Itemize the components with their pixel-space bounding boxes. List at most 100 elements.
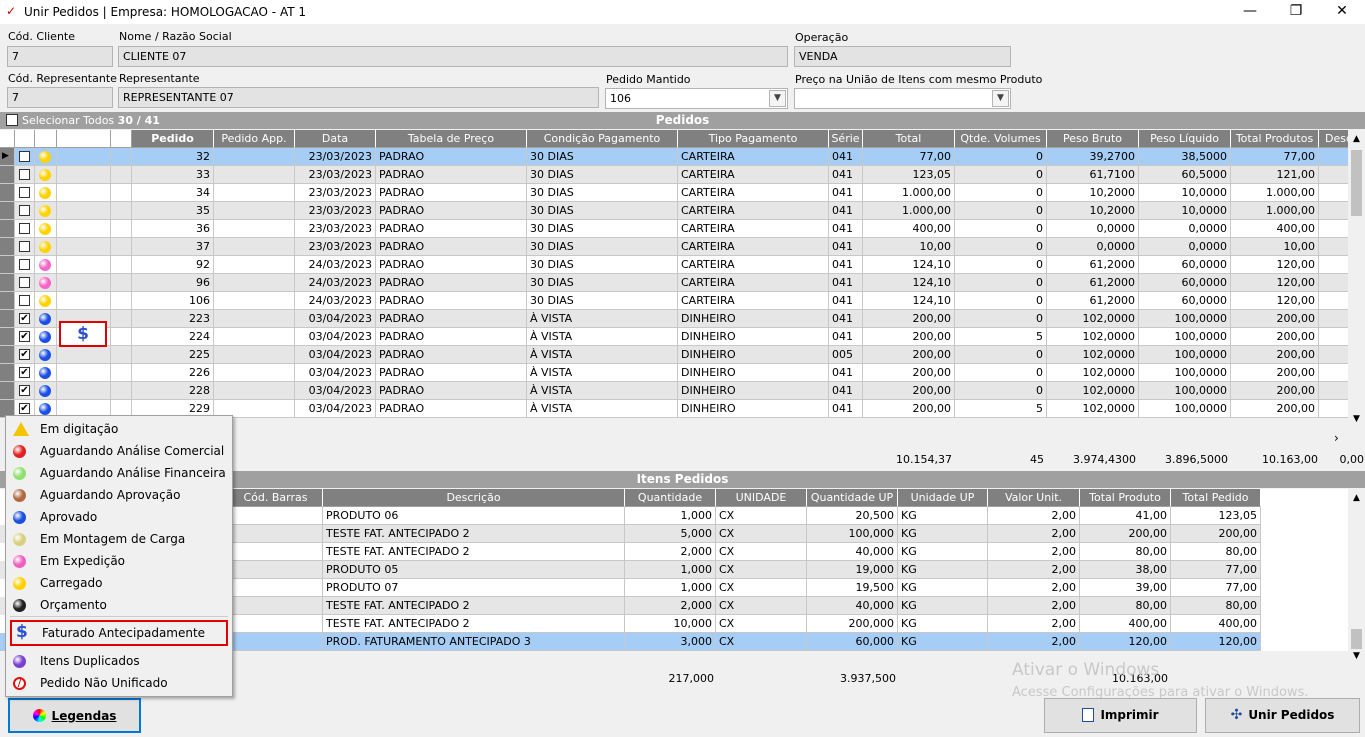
column-header[interactable] <box>35 130 57 148</box>
column-header[interactable]: Total Pedido <box>1171 489 1261 507</box>
table-row[interactable]: ✔ 225 03/04/2023 PADRAO À VISTA DINHEIRO 005 20… <box>0 346 1348 364</box>
column-header[interactable]: Quantidade <box>625 489 716 507</box>
legend-item[interactable]: / Pedido Não Unificado <box>6 672 232 694</box>
table-row[interactable]: 37 23/03/2023 PADRAO 30 DIAS CARTEIRA 041 10,0… <box>0 238 1348 256</box>
row-indicator[interactable] <box>0 382 15 400</box>
column-header[interactable]: Valor Unit. <box>988 489 1080 507</box>
column-header[interactable]: Total Produtos <box>1231 130 1319 148</box>
column-header[interactable]: Tabela de Preço <box>376 130 527 148</box>
legend-item[interactable]: Em Expedição <box>6 550 232 572</box>
row-checkbox[interactable] <box>19 295 30 306</box>
column-header[interactable]: Quantidade UP <box>807 489 898 507</box>
table-row[interactable]: 34 23/03/2023 PADRAO 30 DIAS CARTEIRA 041 1.00… <box>0 184 1348 202</box>
minimize-button[interactable]: — <box>1227 0 1273 24</box>
unir-pedidos-button[interactable]: ✣ Unir Pedidos <box>1205 698 1360 733</box>
row-indicator[interactable] <box>0 238 15 256</box>
row-checkbox[interactable] <box>19 277 30 288</box>
column-header[interactable]: Cód. Barras <box>229 489 323 507</box>
table-row[interactable]: ✔ $224 03/04/2023 PADRAO À VISTA DINHEIRO 041 2… <box>0 321 1348 347</box>
row-indicator[interactable] <box>0 274 15 292</box>
row-indicator[interactable] <box>0 202 15 220</box>
cod-cliente-field[interactable]: 7 <box>7 46 113 67</box>
row-checkbox[interactable] <box>19 259 30 270</box>
table-row[interactable]: 35 23/03/2023 PADRAO 30 DIAS CARTEIRA 041 1.00… <box>0 202 1348 220</box>
table-row[interactable]: 92 24/03/2023 PADRAO 30 DIAS CARTEIRA 041 124,… <box>0 256 1348 274</box>
row-checkbox[interactable]: ✔ <box>19 313 30 324</box>
column-header[interactable] <box>15 130 35 148</box>
nome-field[interactable]: CLIENTE 07 <box>118 46 788 67</box>
chevron-down-icon[interactable]: ▼ <box>992 90 1009 107</box>
table-row[interactable]: 106 24/03/2023 PADRAO 30 DIAS CARTEIRA 041 124… <box>0 292 1348 310</box>
table-row[interactable]: 33 23/03/2023 PADRAO 30 DIAS CARTEIRA 041 123,… <box>0 166 1348 184</box>
column-header[interactable]: UNIDADE <box>716 489 807 507</box>
itens-vscrollbar[interactable]: ▲ ▼ <box>1348 489 1365 667</box>
column-header[interactable]: Unidade UP <box>898 489 988 507</box>
rep-field[interactable]: REPRESENTANTE 07 <box>118 87 599 108</box>
column-header[interactable]: Condição Pagamento <box>527 130 678 148</box>
column-header[interactable]: Desc <box>1319 130 1348 148</box>
row-checkbox[interactable] <box>19 223 30 234</box>
column-header[interactable]: Peso Líquido <box>1139 130 1231 148</box>
row-checkbox[interactable] <box>19 241 30 252</box>
legend-item[interactable]: Orçamento <box>6 594 232 616</box>
legend-item[interactable]: Aguardando Análise Financeira <box>6 462 232 484</box>
legend-item[interactable]: Carregado <box>6 572 232 594</box>
close-button[interactable]: ✕ <box>1319 0 1365 24</box>
row-checkbox[interactable] <box>19 187 30 198</box>
legend-item[interactable]: $ Faturado Antecipadamente <box>10 620 228 646</box>
legend-item[interactable]: Itens Duplicados <box>6 650 232 672</box>
legend-menu[interactable]: Em digitação Aguardando Análise Comercial… <box>5 415 233 697</box>
legend-item[interactable]: Em Montagem de Carga <box>6 528 232 550</box>
row-checkbox[interactable]: ✔ <box>19 349 30 360</box>
column-header[interactable]: Peso Bruto <box>1047 130 1139 148</box>
row-indicator[interactable] <box>0 292 15 310</box>
legend-item[interactable]: Em digitação <box>6 418 232 440</box>
column-header[interactable]: Total Produto <box>1080 489 1171 507</box>
imprimir-button[interactable]: Imprimir <box>1044 698 1197 733</box>
preco-select[interactable]: ▼ <box>794 88 1011 109</box>
chevron-down-icon[interactable]: ▼ <box>769 90 786 107</box>
column-header[interactable]: Pedido <box>132 130 214 148</box>
select-all-checkbox[interactable] <box>6 114 18 126</box>
scroll-thumb[interactable] <box>1351 150 1362 216</box>
maximize-button[interactable]: ❐ <box>1273 0 1319 24</box>
pedidos-vscrollbar[interactable]: ▲ ▼ <box>1348 130 1365 430</box>
legend-item[interactable]: Aguardando Análise Comercial <box>6 440 232 462</box>
column-header[interactable]: Tipo Pagamento <box>678 130 829 148</box>
column-header[interactable]: Total <box>863 130 955 148</box>
table-row[interactable]: ✔ 223 03/04/2023 PADRAO À VISTA DINHEIRO 041 20… <box>0 310 1348 328</box>
cod-rep-field[interactable]: 7 <box>7 87 113 108</box>
scroll-thumb[interactable] <box>1351 629 1362 649</box>
pedidos-grid[interactable]: Pedido Pedido App. Data Tabela de Preço Cond… <box>0 130 1348 418</box>
row-indicator[interactable] <box>0 220 15 238</box>
row-checkbox[interactable] <box>19 205 30 216</box>
row-checkbox[interactable]: ✔ <box>19 385 30 396</box>
column-header[interactable] <box>111 130 132 148</box>
row-indicator[interactable] <box>0 166 15 184</box>
row-checkbox[interactable]: ✔ <box>19 367 30 378</box>
row-indicator[interactable] <box>0 364 15 382</box>
row-checkbox[interactable]: ✔ <box>19 403 30 414</box>
pedido-mantido-select[interactable]: 106 ▼ <box>605 88 788 109</box>
column-header[interactable] <box>57 130 111 148</box>
column-header[interactable]: Descrição <box>323 489 625 507</box>
scroll-up-icon[interactable]: ▲ <box>1348 134 1365 144</box>
scroll-up-icon[interactable]: ▲ <box>1348 493 1365 503</box>
row-checkbox[interactable] <box>19 169 30 180</box>
operacao-field[interactable]: VENDA <box>794 46 1011 67</box>
table-row[interactable]: 36 23/03/2023 PADRAO 30 DIAS CARTEIRA 041 400,… <box>0 220 1348 238</box>
scroll-right-icon[interactable]: › <box>1334 431 1339 445</box>
legend-item[interactable]: Aguardando Aprovação <box>6 484 232 506</box>
row-checkbox[interactable] <box>19 151 30 162</box>
column-header[interactable]: Data <box>295 130 376 148</box>
scroll-down-icon[interactable]: ▼ <box>1348 651 1365 661</box>
legendas-button[interactable]: Legendas <box>8 698 141 733</box>
table-row[interactable]: ▶ 32 23/03/2023 PADRAO 30 DIAS CARTEIRA 041 77,… <box>0 148 1348 166</box>
table-row[interactable]: ✔ 226 03/04/2023 PADRAO À VISTA DINHEIRO 041 20… <box>0 364 1348 382</box>
row-indicator[interactable] <box>0 346 15 364</box>
row-indicator[interactable] <box>0 328 15 346</box>
scroll-down-icon[interactable]: ▼ <box>1348 414 1365 424</box>
row-indicator[interactable] <box>0 310 15 328</box>
table-row[interactable]: 96 24/03/2023 PADRAO 30 DIAS CARTEIRA 041 124,… <box>0 274 1348 292</box>
column-header[interactable]: Qtde. Volumes <box>955 130 1047 148</box>
